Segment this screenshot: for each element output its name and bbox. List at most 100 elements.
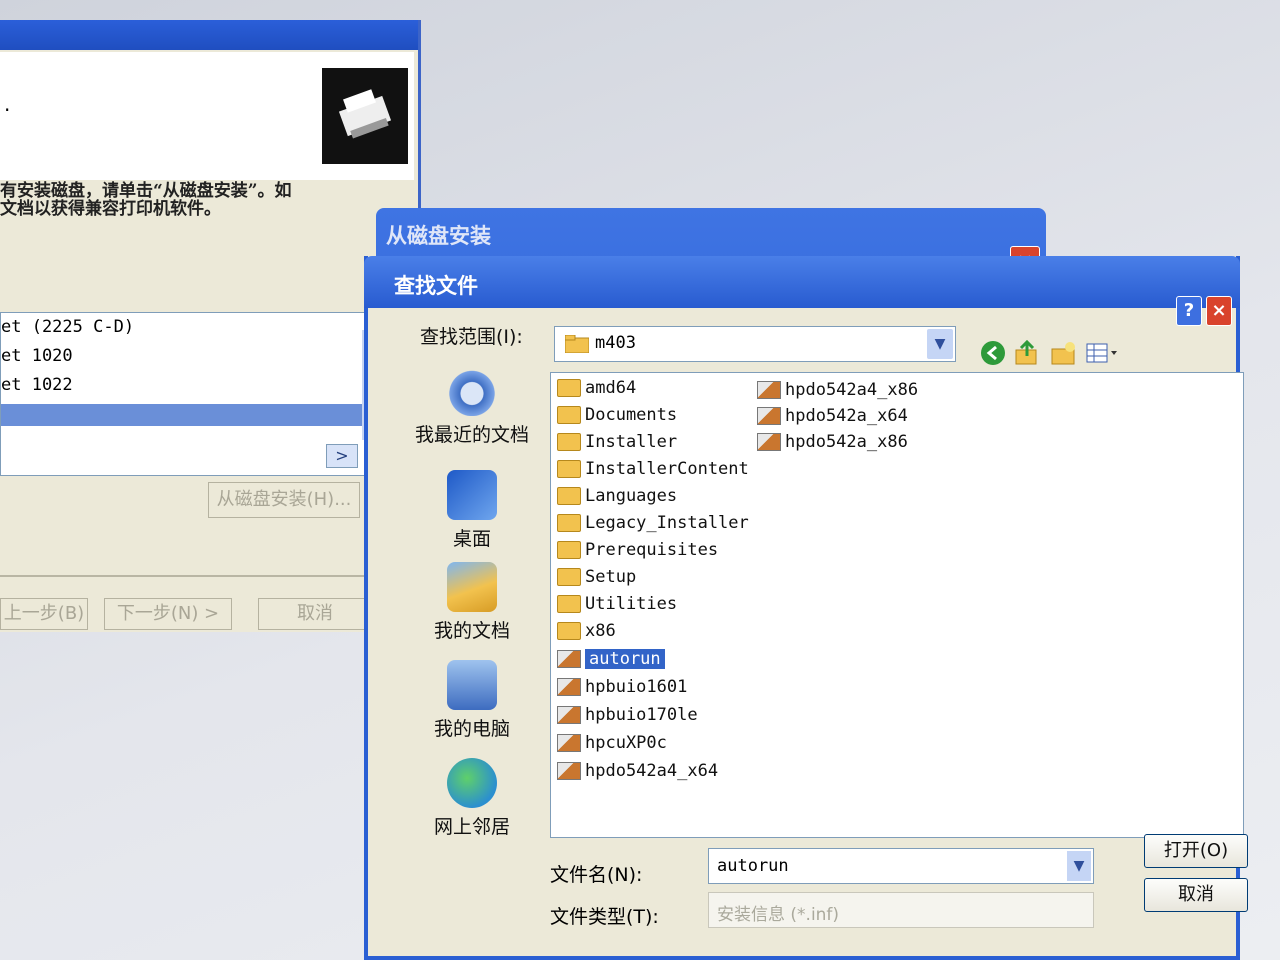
header-text-fragment: . (4, 92, 11, 116)
place-my-computer[interactable]: 我的电脑 (402, 660, 542, 741)
find-file-title: 查找文件 (394, 274, 478, 298)
back-icon[interactable] (978, 340, 1008, 366)
folder-icon (557, 379, 581, 397)
file-name: hpbuio170le (585, 705, 698, 725)
place-label: 我的电脑 (433, 718, 510, 740)
folder-item[interactable]: Utilities (557, 591, 677, 617)
new-folder-icon[interactable] (1048, 340, 1078, 366)
wizard-divider (0, 575, 370, 577)
place-desktop[interactable]: 桌面 (402, 470, 542, 551)
printer-model-item[interactable]: et 1022 (1, 371, 371, 400)
up-folder-icon[interactable] (1012, 340, 1042, 366)
next-button[interactable]: 下一步(N) > (104, 598, 232, 630)
file-name-input[interactable]: autorun ▼ (708, 848, 1094, 884)
back-button[interactable]: 上一步(B) (0, 598, 88, 630)
file-name: hpcuXP0c (585, 733, 667, 753)
file-name: hpbuio1601 (585, 677, 688, 697)
file-item[interactable]: hpcuXP0c (557, 730, 667, 756)
file-name: hpdo542a_x64 (785, 406, 908, 426)
place-label: 网上邻居 (433, 816, 510, 838)
folder-icon (565, 335, 589, 353)
folder-item[interactable]: Languages (557, 483, 677, 509)
network-places-icon (447, 758, 497, 808)
folder-item[interactable]: Prerequisites (557, 537, 718, 563)
file-item[interactable]: hpdo542a_x86 (757, 429, 908, 455)
have-disk-button[interactable]: 从磁盘安装(H)... (208, 482, 360, 518)
printer-model-item[interactable]: et 1020 (1, 342, 371, 371)
place-label: 桌面 (452, 528, 491, 550)
look-in-value: m403 (595, 333, 636, 353)
file-type-label: 文件类型(T): (550, 906, 659, 928)
folder-item[interactable]: Legacy_Installer (557, 510, 749, 536)
folder-item[interactable]: Setup (557, 564, 636, 590)
close-icon[interactable]: × (1206, 296, 1232, 326)
file-type-dropdown[interactable]: 安装信息 (*.inf) (708, 892, 1094, 928)
file-name: Prerequisites (585, 540, 719, 560)
printer-icon (322, 68, 408, 164)
file-name: hpdo542a4_x86 (785, 380, 919, 400)
file-name: Legacy_Installer (585, 513, 749, 533)
chevron-down-icon[interactable]: ▼ (1067, 851, 1091, 881)
folder-icon (557, 433, 581, 451)
file-item[interactable]: hpbuio1601 (557, 674, 687, 700)
setup-info-icon (757, 433, 781, 451)
folder-item[interactable]: amd64 (557, 375, 636, 401)
file-item[interactable]: hpdo542a4_x86 (757, 377, 918, 403)
file-item[interactable]: hpdo542a4_x64 (557, 758, 718, 784)
file-name: Languages (585, 486, 678, 506)
setup-info-icon (557, 734, 581, 752)
look-in-label: 查找范围(I): (420, 326, 523, 348)
folder-item[interactable]: Installer (557, 429, 677, 455)
place-label: 我的文档 (433, 620, 510, 642)
place-my-documents[interactable]: 我的文档 (402, 562, 542, 643)
file-type-value: 安装信息 (*.inf) (717, 905, 840, 925)
recent-documents-icon (447, 366, 497, 416)
file-name: autorun (585, 649, 665, 669)
folder-icon (557, 514, 581, 532)
wizard-info-text: 有安装磁盘，请单击“从磁盘安装”。如 文档以获得兼容打印机软件。 (0, 182, 292, 218)
folder-icon (557, 622, 581, 640)
file-item-selected[interactable]: autorun (557, 646, 665, 672)
file-item[interactable]: hpdo542a_x64 (757, 403, 908, 429)
folder-icon (557, 541, 581, 559)
find-file-dialog: 查找文件 ? × 查找范围(I): m403 ▼ 我最近的文档 桌面 我的文档 (364, 256, 1248, 960)
open-button[interactable]: 打开(O) (1144, 834, 1248, 868)
file-name: hpdo542a4_x64 (585, 761, 719, 781)
file-name: InstallerContent (585, 459, 749, 479)
file-name: Utilities (585, 594, 678, 614)
my-documents-icon (447, 562, 497, 612)
file-name: Setup (585, 567, 637, 587)
wizard-cancel-button[interactable]: 取消 (258, 598, 372, 630)
file-list[interactable]: amd64 Documents Installer InstallerConte… (550, 372, 1244, 838)
look-in-dropdown[interactable]: m403 ▼ (554, 326, 956, 362)
folder-icon (557, 406, 581, 424)
desktop-icon (447, 470, 497, 520)
find-file-title-bar: 查找文件 (364, 256, 1240, 308)
file-name: Installer (585, 432, 678, 452)
selected-printer-model-item[interactable] (1, 404, 371, 426)
place-label: 我最近的文档 (414, 424, 529, 446)
view-menu-icon[interactable] (1084, 340, 1120, 366)
file-name: amd64 (585, 378, 637, 398)
place-network[interactable]: 网上邻居 (402, 758, 542, 839)
add-printer-wizard-window: . 有安装磁盘，请单击“从磁盘安装”。如 文档以获得兼容打印机软件。 et (2… (0, 20, 421, 632)
folder-item[interactable]: InstallerContent (557, 456, 749, 482)
info-line-1: 有安装磁盘，请单击“从磁盘安装”。如 (0, 181, 292, 201)
folder-item[interactable]: x86 (557, 618, 616, 644)
setup-info-icon (757, 381, 781, 399)
file-name-label: 文件名(N): (550, 864, 643, 886)
my-computer-icon (447, 660, 497, 710)
printer-model-list[interactable]: et (2225 C-D) et 1020 et 1022 (0, 312, 372, 476)
printer-model-item[interactable]: et (2225 C-D) (1, 313, 371, 342)
setup-info-icon (757, 407, 781, 425)
folder-icon (557, 595, 581, 613)
file-item[interactable]: hpbuio170le (557, 702, 698, 728)
place-recent-documents[interactable]: 我最近的文档 (402, 366, 542, 447)
scroll-right-icon[interactable]: > (326, 444, 358, 468)
setup-info-icon (557, 762, 581, 780)
places-bar: 我最近的文档 桌面 我的文档 我的电脑 网上邻居 (402, 366, 542, 946)
cancel-button[interactable]: 取消 (1144, 878, 1248, 912)
help-icon[interactable]: ? (1176, 296, 1202, 326)
chevron-down-icon[interactable]: ▼ (927, 329, 953, 359)
folder-item[interactable]: Documents (557, 402, 677, 428)
